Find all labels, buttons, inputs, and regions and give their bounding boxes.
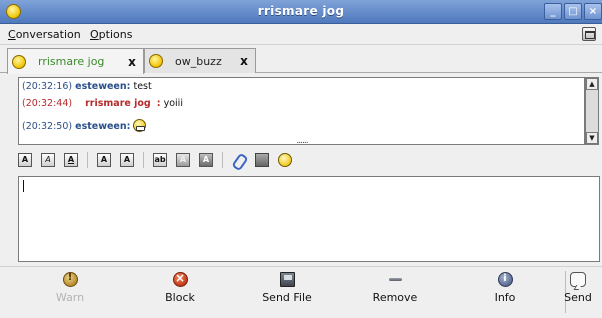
text-caret — [23, 180, 24, 192]
scroll-down-arrow-icon[interactable]: ▼ — [586, 132, 598, 144]
tab-rrismare-jog[interactable]: rrismare jog x — [7, 48, 144, 74]
toolbar-separator — [87, 152, 88, 168]
message-separator: : — [156, 98, 161, 109]
send-file-label: Send File — [262, 291, 312, 304]
message-text: test — [133, 81, 152, 92]
tab-close-icon[interactable]: x — [125, 55, 139, 69]
tab-ow-buzz[interactable]: ow_buzz x — [144, 48, 256, 73]
menu-tearoff-icon[interactable] — [582, 27, 596, 41]
info-button[interactable]: Info — [475, 272, 535, 312]
info-icon — [497, 272, 513, 287]
message-line: (20:32:44) rrismare jog : yoiii — [22, 98, 183, 109]
smaller-text-button[interactable]: A — [120, 153, 134, 167]
menu-conversation-mnemonic: C — [8, 28, 16, 41]
window-title: rrismare jog — [257, 4, 345, 18]
warn-button[interactable]: Warn — [40, 272, 100, 312]
underline-button[interactable]: A — [64, 153, 78, 167]
message-timestamp: (20:32:16) — [22, 81, 73, 92]
message-nick: esteween: — [75, 81, 131, 92]
send-label: Send — [564, 291, 592, 304]
message-nick: esteween: — [75, 121, 131, 132]
message-text: yoiii — [163, 98, 183, 109]
log-scrollbar[interactable]: ▲ ▼ — [585, 77, 599, 145]
font-face-button[interactable]: ab — [153, 153, 167, 167]
info-label: Info — [494, 291, 516, 304]
larger-text-button[interactable]: A — [97, 153, 111, 167]
block-button[interactable]: Block — [150, 271, 210, 312]
tab-close-icon[interactable]: x — [237, 54, 251, 68]
maximize-button[interactable]: □ — [564, 3, 582, 20]
insert-link-icon[interactable] — [232, 153, 246, 167]
toolbar-separator — [143, 152, 144, 168]
background-color-button[interactable]: A — [199, 153, 213, 167]
tab-strip: rrismare jog x ow_buzz x — [0, 45, 602, 74]
menu-bar: Conversation Options — [0, 24, 602, 45]
menu-options[interactable]: Options — [90, 28, 132, 41]
send-file-button[interactable]: Send File — [257, 272, 317, 312]
conversation-log[interactable]: (20:32:16) esteween: test (20:32:44) rri… — [18, 77, 585, 145]
block-label: Block — [165, 291, 195, 304]
menu-options-mnemonic: O — [90, 28, 99, 41]
smiley-status-icon — [149, 54, 163, 68]
bold-button[interactable]: A — [18, 153, 32, 167]
message-line: (20:32:50) esteween: — [22, 119, 147, 132]
pane-resize-grip[interactable]: ...... — [282, 137, 322, 146]
window-controls: _ □ × — [544, 3, 602, 20]
warn-label: Warn — [55, 291, 85, 304]
menu-options-label: ptions — [98, 28, 133, 41]
foreground-color-button[interactable]: A — [176, 153, 190, 167]
close-button[interactable]: × — [584, 3, 602, 20]
message-line: (20:32:16) esteween: test — [22, 81, 152, 92]
message-input[interactable] — [18, 176, 600, 262]
remove-icon — [388, 272, 403, 287]
menu-conversation[interactable]: Conversation — [8, 28, 81, 41]
title-bar[interactable]: rrismare jog _ □ × — [0, 0, 602, 24]
menu-conversation-label: onversation — [15, 28, 81, 41]
insert-image-icon[interactable] — [255, 153, 269, 167]
remove-label: Remove — [372, 291, 418, 304]
italic-button[interactable]: A — [41, 153, 55, 167]
block-icon — [172, 271, 188, 287]
warn-icon — [62, 272, 78, 287]
grin-emoticon-icon — [133, 119, 147, 132]
minimize-button[interactable]: _ — [544, 3, 562, 20]
toolbar-separator — [222, 152, 223, 168]
message-timestamp: (20:32:44) — [22, 98, 73, 109]
message-timestamp: (20:32:50) — [22, 121, 73, 132]
action-bar: Warn Block Send File Remove Info Send — [0, 266, 602, 318]
speech-bubble-icon — [570, 272, 586, 287]
message-nick: rrismare jog — [85, 98, 151, 109]
tab-label: rrismare jog — [38, 55, 105, 68]
insert-smiley-icon[interactable] — [278, 153, 292, 167]
send-file-icon — [279, 272, 295, 287]
remove-button[interactable]: Remove — [365, 272, 425, 312]
smiley-status-icon — [12, 54, 26, 69]
tab-label: ow_buzz — [175, 54, 222, 68]
send-button[interactable]: Send — [555, 272, 601, 312]
scroll-up-arrow-icon[interactable]: ▲ — [586, 78, 598, 90]
format-toolbar: A A A A A ab A A — [18, 149, 600, 171]
